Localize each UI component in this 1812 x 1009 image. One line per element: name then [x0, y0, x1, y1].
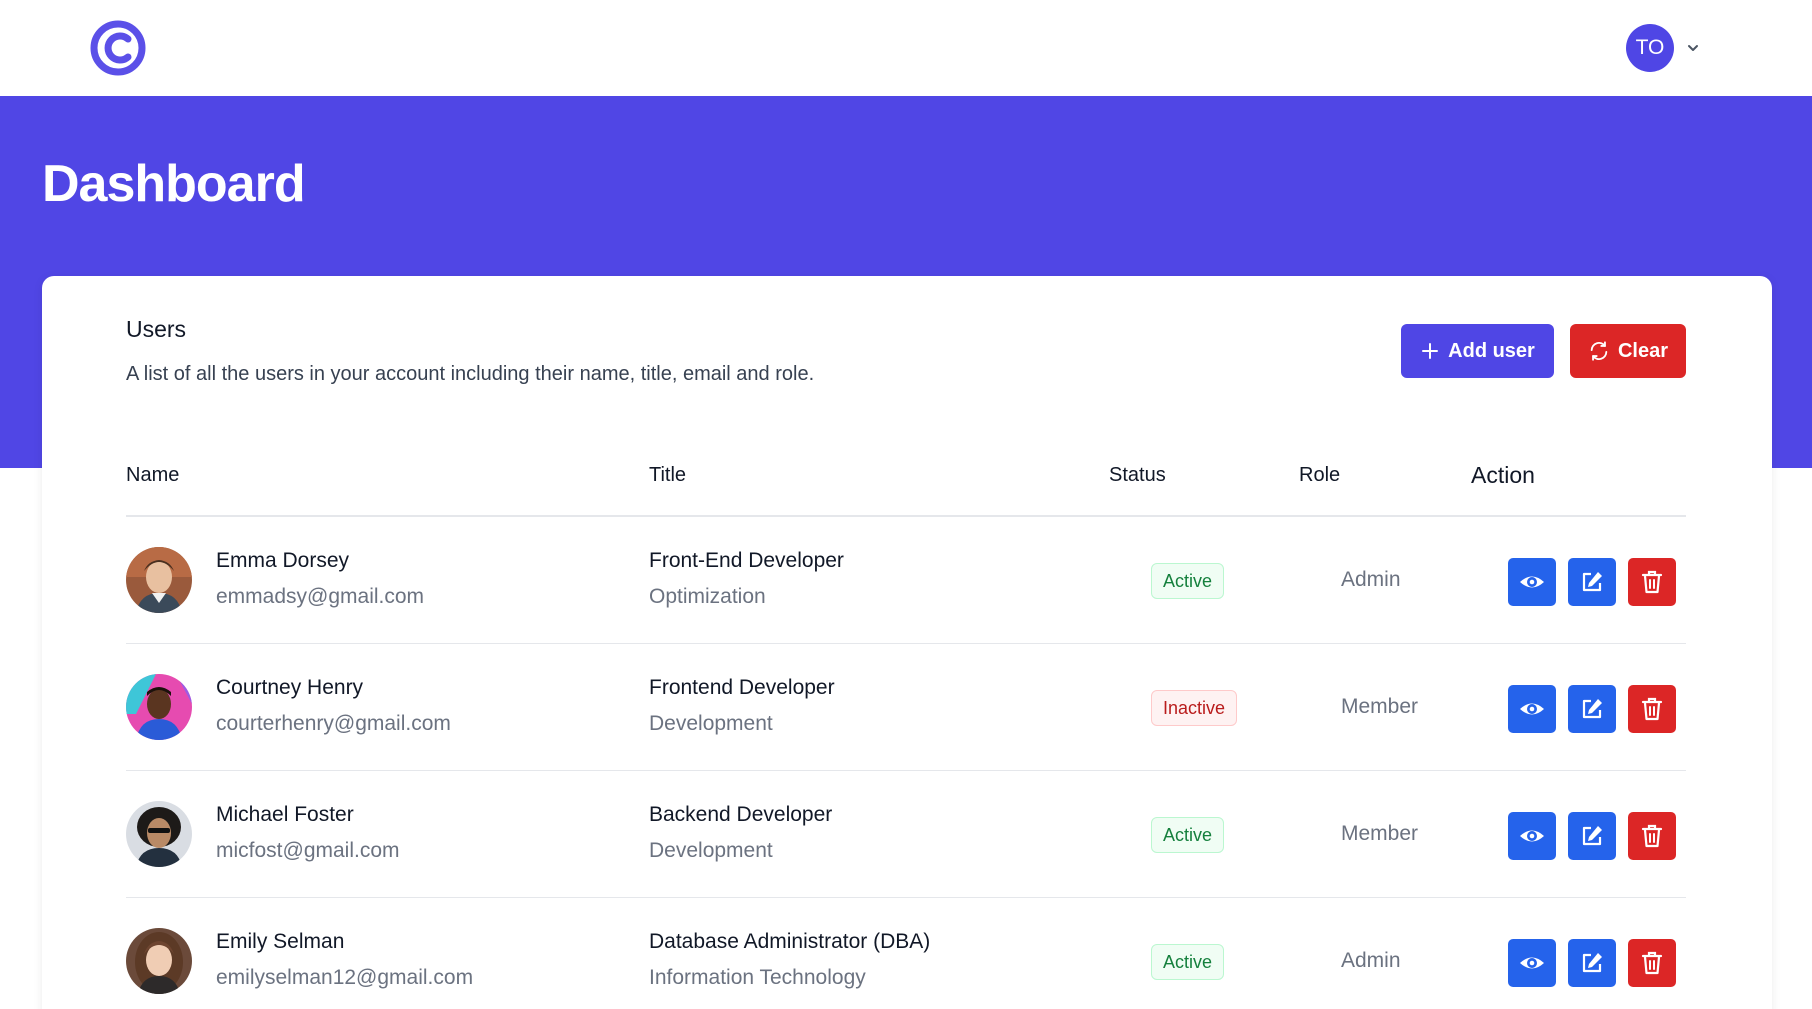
eye-icon: [1520, 830, 1544, 842]
edit-button[interactable]: [1568, 558, 1616, 606]
user-email: emilyselman12@gmail.com: [216, 966, 474, 989]
user-name: Michael Foster: [216, 803, 354, 826]
view-button[interactable]: [1508, 939, 1556, 987]
edit-button[interactable]: [1568, 939, 1616, 987]
trash-icon: [1641, 570, 1663, 594]
pencil-square-icon: [1582, 953, 1602, 973]
eye-icon: [1520, 703, 1544, 715]
user-role: Member: [1341, 822, 1419, 845]
user-avatar[interactable]: TO: [1626, 24, 1674, 72]
job-title: Front-End Developer: [649, 549, 844, 572]
status-badge: Inactive: [1151, 690, 1238, 726]
column-header-status[interactable]: Status: [1109, 464, 1166, 487]
job-title: Backend Developer: [649, 803, 833, 826]
job-title: Database Administrator (DBA): [649, 930, 931, 953]
card-description: A list of all the users in your account …: [126, 363, 815, 385]
table-row: Emily Selman emilyselman12@gmail.com Dat…: [126, 898, 1686, 1009]
user-role: Admin: [1341, 949, 1401, 972]
edit-button[interactable]: [1568, 685, 1616, 733]
view-button[interactable]: [1508, 812, 1556, 860]
top-navbar: TO: [0, 0, 1812, 96]
edit-button[interactable]: [1568, 812, 1616, 860]
page-title: Dashboard: [42, 155, 306, 213]
department: Information Technology: [649, 966, 866, 989]
status-badge: Active: [1151, 563, 1225, 599]
user-role: Member: [1341, 695, 1419, 718]
pencil-square-icon: [1582, 826, 1602, 846]
clear-button[interactable]: Clear: [1570, 324, 1686, 378]
user-name: Emma Dorsey: [216, 549, 350, 572]
user-email: courterhenry@gmail.com: [216, 712, 451, 735]
user-menu[interactable]: TO: [1626, 24, 1700, 72]
eye-icon: [1520, 957, 1544, 969]
department: Optimization: [649, 585, 766, 608]
card-title: Users: [126, 316, 187, 342]
user-email: emmadsy@gmail.com: [216, 585, 425, 608]
view-button[interactable]: [1508, 558, 1556, 606]
view-button[interactable]: [1508, 685, 1556, 733]
delete-button[interactable]: [1628, 558, 1676, 606]
eye-icon: [1520, 576, 1544, 588]
refresh-icon: [1590, 341, 1608, 361]
user-name: Emily Selman: [216, 930, 345, 953]
department: Development: [649, 712, 773, 735]
trash-icon: [1641, 697, 1663, 721]
avatar: [126, 801, 192, 867]
add-user-button[interactable]: Add user: [1401, 324, 1554, 378]
column-header-name[interactable]: Name: [126, 464, 179, 487]
trash-icon: [1641, 951, 1663, 975]
column-header-role[interactable]: Role: [1299, 464, 1340, 487]
user-role: Admin: [1341, 568, 1401, 591]
avatar: [126, 547, 192, 613]
job-title: Frontend Developer: [649, 676, 835, 699]
avatar: [126, 928, 192, 994]
add-user-label: Add user: [1448, 339, 1535, 362]
user-name: Courtney Henry: [216, 676, 364, 699]
column-header-action: Action: [1471, 462, 1535, 488]
chevron-down-icon[interactable]: [1686, 41, 1700, 55]
status-badge: Active: [1151, 944, 1225, 980]
clear-label: Clear: [1617, 339, 1669, 362]
delete-button[interactable]: [1628, 685, 1676, 733]
delete-button[interactable]: [1628, 939, 1676, 987]
plus-icon: [1422, 343, 1439, 359]
avatar: [126, 674, 192, 740]
delete-button[interactable]: [1628, 812, 1676, 860]
department: Development: [649, 839, 773, 862]
status-badge: Active: [1151, 817, 1225, 853]
trash-icon: [1641, 824, 1663, 848]
table-row: Emma Dorsey emmadsy@gmail.com Front-End …: [126, 517, 1686, 644]
table-row: Michael Foster micfost@gmail.com Backend…: [126, 771, 1686, 898]
user-email: micfost@gmail.com: [216, 839, 400, 862]
table-row: Courtney Henry courterhenry@gmail.com Fr…: [126, 644, 1686, 771]
users-card: Users A list of all the users in your ac…: [42, 276, 1772, 1009]
column-header-title[interactable]: Title: [649, 464, 686, 487]
pencil-square-icon: [1582, 699, 1602, 719]
c-logo-icon[interactable]: [88, 18, 148, 78]
pencil-square-icon: [1582, 572, 1602, 592]
